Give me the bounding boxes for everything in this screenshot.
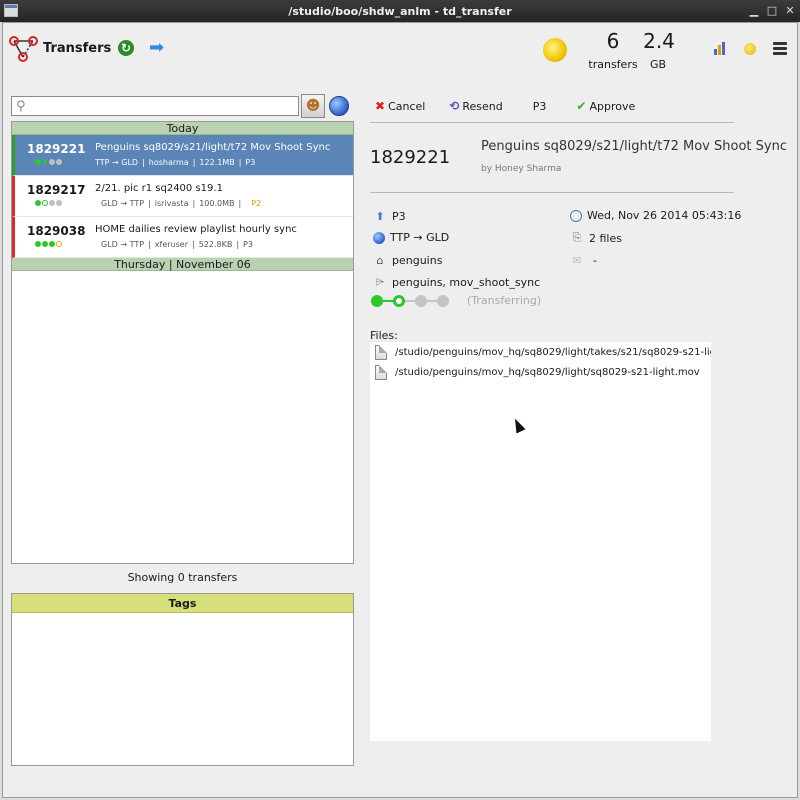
chart-icon[interactable] bbox=[713, 41, 727, 55]
status-light-icon[interactable] bbox=[744, 43, 756, 55]
file-icon bbox=[375, 364, 387, 380]
transfer-progress-dots bbox=[35, 200, 62, 206]
detail-title: Penguins sq8029/s21/light/t72 Mov Shoot … bbox=[481, 139, 787, 154]
home-icon: ⌂ bbox=[376, 253, 384, 267]
file-item[interactable]: /studio/penguins/mov_hq/sq8029/light/sq8… bbox=[370, 362, 711, 382]
group-header-date: Thursday | November 06 bbox=[12, 258, 353, 271]
file-path: /studio/penguins/mov_hq/sq8029/light/sq8… bbox=[395, 366, 700, 378]
detail-priority: ⬆ P3 bbox=[373, 209, 405, 223]
transfer-progress-dots bbox=[35, 241, 62, 247]
transfer-count: 6 bbox=[606, 29, 620, 53]
transfer-id: 1829221 bbox=[27, 142, 86, 156]
refresh-icon[interactable]: ↻ bbox=[118, 40, 134, 56]
clock-icon bbox=[570, 209, 582, 222]
window-title: /studio/boo/shdw_anlm - td_transfer bbox=[288, 4, 512, 18]
transfer-row[interactable]: 1829038 HOME dailies review playlist hou… bbox=[12, 217, 353, 258]
progress-status: (Transferring) bbox=[467, 294, 542, 307]
file-list: /studio/penguins/mov_hq/sq8029/light/tak… bbox=[370, 342, 711, 741]
app-header: Transfers ↻ ➡ 6 2.4 transfers GB bbox=[3, 23, 799, 85]
file-icon bbox=[375, 344, 387, 360]
resend-button[interactable]: ⟲ Resend bbox=[449, 99, 502, 113]
minimize-icon[interactable]: ▁ bbox=[746, 3, 762, 19]
approve-button[interactable]: ✔ Approve bbox=[576, 99, 635, 113]
progress-step bbox=[437, 294, 449, 307]
transfers-logo-icon bbox=[9, 36, 38, 62]
progress-step bbox=[393, 294, 405, 307]
priority-up-icon: ⬆ bbox=[375, 209, 385, 223]
detail-author: by Honey Sharma bbox=[481, 164, 562, 174]
detail-toolbar: ✖ Cancel ⟲ Resend P3 ✔ Approve bbox=[375, 98, 659, 114]
progress-step bbox=[415, 294, 427, 307]
transfer-title: Penguins sq8029/s21/light/t72 Mov Shoot … bbox=[95, 142, 331, 153]
transfer-progress: (Transferring) bbox=[371, 294, 541, 307]
transfer-count-label: transfers bbox=[588, 58, 638, 71]
paperclip-icon: ⎘ bbox=[572, 231, 582, 244]
total-size-unit: GB bbox=[649, 58, 667, 71]
window-menu-icon[interactable] bbox=[4, 4, 18, 17]
files-label: Files: bbox=[370, 329, 398, 342]
tags-panel: Tags bbox=[11, 593, 354, 766]
cancel-button[interactable]: ✖ Cancel bbox=[375, 99, 425, 113]
search-icon: ⚲ bbox=[16, 99, 26, 114]
transfer-meta: GLD → TTP | xferuser | 522.8KB | P3 bbox=[101, 240, 253, 249]
transfer-row[interactable]: 1829221 Penguins sq8029/s21/light/t72 Mo… bbox=[12, 135, 353, 176]
transfer-meta: TTP → GLD | hosharma | 122.1MB | P3 bbox=[95, 158, 256, 167]
detail-route: TTP → GLD bbox=[373, 231, 449, 244]
detail-tags: ⌲ penguins, mov_shoot_sync bbox=[373, 275, 540, 289]
divider bbox=[370, 192, 734, 193]
forward-arrow-icon[interactable]: ➡ bbox=[149, 38, 164, 58]
app-window: Transfers ↻ ➡ 6 2.4 transfers GB ⚲ ☻ Tod… bbox=[2, 22, 798, 798]
group-header-today: Today bbox=[12, 122, 353, 135]
resend-icon: ⟲ bbox=[449, 99, 460, 113]
globe-icon[interactable] bbox=[329, 96, 349, 116]
cancel-icon: ✖ bbox=[375, 99, 386, 113]
transfer-title: 2/21. pic r1 sq2400 s19.1 bbox=[95, 183, 223, 194]
hamburger-menu-icon[interactable] bbox=[773, 42, 787, 56]
file-item[interactable]: /studio/penguins/mov_hq/sq8029/light/tak… bbox=[370, 342, 711, 362]
app-title: Transfers bbox=[43, 41, 112, 56]
detail-transfer-id: 1829221 bbox=[370, 147, 451, 168]
email-icon: ✉ bbox=[572, 253, 582, 267]
sun-status-icon bbox=[543, 38, 567, 62]
route-globe-icon bbox=[373, 231, 385, 244]
transfer-progress-dots bbox=[35, 159, 62, 165]
detail-email: ✉ - bbox=[570, 253, 597, 267]
search-field[interactable]: ⚲ bbox=[11, 96, 299, 116]
user-filter-button[interactable]: ☻ bbox=[301, 94, 325, 118]
checkmark-icon: ✔ bbox=[576, 99, 587, 113]
divider bbox=[370, 122, 734, 123]
showing-count: Showing 0 transfers bbox=[127, 571, 238, 584]
detail-project: ⌂ penguins bbox=[373, 253, 443, 267]
tag-icon: ⌲ bbox=[375, 275, 385, 288]
transfer-list: Today 1829221 Penguins sq8029/s21/light/… bbox=[11, 121, 354, 564]
transfer-id: 1829038 bbox=[27, 224, 86, 238]
user-icon: ☻ bbox=[305, 98, 321, 114]
transfer-meta: GLD → TTP | isrivasta | 100.0MB | P2 bbox=[101, 199, 262, 208]
detail-date: Wed, Nov 26 2014 05:43:16 bbox=[570, 209, 741, 222]
close-icon[interactable]: ✕ bbox=[782, 3, 798, 19]
search-input[interactable] bbox=[32, 98, 294, 114]
maximize-icon[interactable]: □ bbox=[764, 3, 780, 19]
transfer-title: HOME dailies review playlist hourly sync bbox=[95, 224, 297, 235]
progress-step bbox=[371, 294, 383, 307]
priority-button[interactable]: P3 bbox=[533, 100, 547, 113]
tags-header: Tags bbox=[12, 594, 353, 613]
total-size: 2.4 bbox=[643, 29, 675, 53]
window-titlebar: /studio/boo/shdw_anlm - td_transfer ▁ □ … bbox=[0, 0, 800, 22]
transfer-row[interactable]: 1829217 2/21. pic r1 sq2400 s19.1 GLD → … bbox=[12, 176, 353, 217]
file-path: /studio/penguins/mov_hq/sq8029/light/tak… bbox=[395, 346, 711, 358]
detail-files-count: ⎘ 2 files bbox=[570, 231, 622, 245]
transfer-id: 1829217 bbox=[27, 183, 86, 197]
